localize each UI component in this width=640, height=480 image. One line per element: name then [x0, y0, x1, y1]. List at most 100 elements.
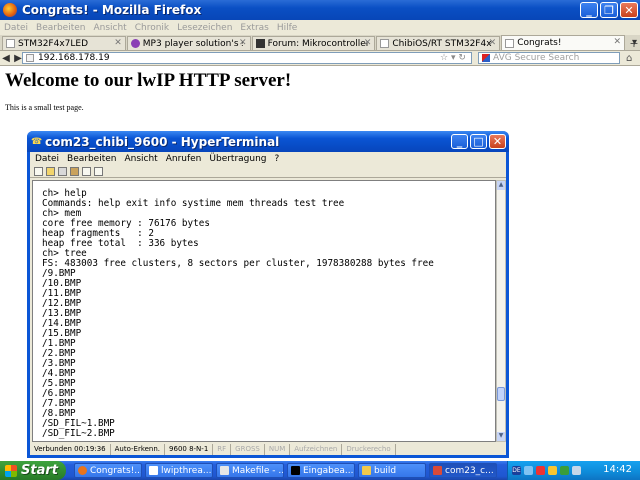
taskbar-button-label: com23_c... — [445, 465, 494, 476]
firefox-icon — [78, 466, 87, 475]
search-input[interactable]: AVG Secure Search — [478, 52, 620, 64]
url-text: 192.168.178.19 — [38, 53, 110, 63]
ht-menu-anrufen[interactable]: Anrufen — [166, 154, 202, 164]
taskbar: Start Congrats!... lwipthrea... Makefile… — [0, 461, 640, 480]
terminal-line: /14.BMP — [42, 318, 82, 329]
terminal-scrollbar[interactable]: ▲ ▼ — [496, 180, 506, 442]
site-identity-icon — [26, 54, 34, 62]
tab-close-icon[interactable]: ✕ — [364, 38, 372, 48]
taskbar-button-firefox[interactable]: Congrats!... — [74, 463, 142, 478]
taskbar-button-label: Makefile - ... — [232, 465, 284, 476]
ht-menu-bearbeiten[interactable]: Bearbeiten — [67, 154, 116, 164]
window-controls: _ ❐ ✕ — [580, 2, 638, 18]
minimize-button[interactable]: _ — [580, 2, 598, 18]
tab-close-icon[interactable]: ✕ — [114, 38, 122, 48]
terminal-line: FS: 483003 free clusters, 8 sectors per … — [42, 258, 434, 269]
status-caps: GROSS — [231, 443, 265, 455]
clock: 14:42 — [603, 464, 632, 475]
new-file-icon[interactable] — [34, 166, 43, 176]
terminal-line: /11.BMP — [42, 288, 82, 299]
ht-menu-help[interactable]: ? — [275, 154, 280, 164]
firefox-logo-icon — [3, 3, 17, 17]
home-icon[interactable]: ⌂ — [626, 53, 632, 64]
tab-stm32[interactable]: STM32F4x7LED ✕ — [2, 36, 126, 50]
tab-close-icon[interactable]: ✕ — [613, 37, 621, 47]
system-tray: DE 14:42 — [507, 461, 640, 480]
site-icon — [130, 39, 140, 48]
tab-close-icon[interactable]: ✕ — [239, 38, 247, 48]
scroll-up-icon[interactable]: ▲ — [497, 181, 505, 190]
tab-forum[interactable]: Forum: Mikrocontroller ... ✕ — [251, 36, 376, 50]
menu-hilfe[interactable]: Hilfe — [277, 23, 297, 33]
bookmark-star-icon[interactable]: ☆ — [440, 53, 448, 63]
menu-ansicht[interactable]: Ansicht — [93, 23, 126, 33]
firefox-menubar: Datei Bearbeiten Ansicht Chronik Lesezei… — [0, 20, 640, 35]
hyperterminal-statusbar: Verbunden 00:19:36 Auto-Erkenn. 9600 8-N… — [30, 443, 506, 455]
tab-congrats[interactable]: Congrats! ✕ — [501, 35, 625, 50]
send-icon[interactable] — [82, 166, 91, 176]
volume-icon[interactable] — [572, 466, 581, 475]
security-icon[interactable] — [536, 466, 545, 475]
hyperterminal-titlebar: ☎ com23_chibi_9600 - HyperTerminal _ □ ✕ — [27, 131, 509, 152]
ht-menu-ansicht[interactable]: Ansicht — [124, 154, 157, 164]
close-button[interactable]: ✕ — [620, 2, 638, 18]
terminal-line: heap free total : 336 bytes — [42, 238, 199, 249]
tab-label: STM32F4x7LED — [18, 38, 89, 49]
restore-button[interactable]: ❐ — [600, 2, 618, 18]
antivirus-icon[interactable] — [560, 466, 569, 475]
ht-menu-datei[interactable]: Datei — [35, 154, 59, 164]
terminal-line: /13.BMP — [42, 308, 82, 319]
reload-icon[interactable]: ↻ — [458, 53, 466, 63]
back-arrow-icon[interactable]: ◀ — [0, 53, 12, 64]
menu-extras[interactable]: Extras — [240, 23, 268, 33]
firefox-titlebar: Congrats! - Mozilla Firefox _ ❐ ✕ — [0, 0, 640, 20]
taskbar-button-lwipthreads[interactable]: lwipthrea... — [145, 463, 213, 478]
status-capture: Aufzeichnen — [290, 443, 343, 455]
start-button[interactable]: Start — [0, 461, 66, 480]
connect-icon[interactable] — [58, 166, 67, 176]
terminal-output[interactable]: ch> help Commands: help exit info systime… — [32, 180, 496, 442]
url-bar[interactable]: 192.168.178.19 — [22, 52, 472, 64]
scroll-down-icon[interactable]: ▼ — [497, 432, 505, 441]
hyperterminal-maximize-button[interactable]: □ — [470, 134, 487, 149]
status-print-echo: Druckerecho — [342, 443, 396, 455]
taskbar-button-build[interactable]: build — [358, 463, 426, 478]
terminal-line: /7.BMP — [42, 398, 76, 409]
tab-list-icon[interactable]: ▾ — [632, 37, 637, 48]
menu-datei[interactable]: Datei — [4, 23, 28, 33]
page-heading: Welcome to our lwIP HTTP server! — [5, 70, 292, 91]
document-icon — [149, 466, 158, 475]
search-placeholder: AVG Secure Search — [493, 53, 580, 63]
open-folder-icon[interactable] — [46, 166, 55, 176]
status-connected: Verbunden 00:19:36 — [30, 443, 111, 455]
hyperterminal-minimize-button[interactable]: _ — [451, 134, 468, 149]
tab-close-icon[interactable]: ✕ — [489, 38, 497, 48]
tab-chibios[interactable]: ChibiOS/RT STM32F4x... ✕ — [376, 36, 501, 50]
network-icon[interactable] — [524, 466, 533, 475]
terminal-line: /3.BMP — [42, 358, 76, 369]
language-icon[interactable]: DE — [512, 466, 521, 475]
taskbar-button-eingabeaufforderung[interactable]: Eingabea... — [287, 463, 355, 478]
ht-menu-uebertragung[interactable]: Übertragung — [209, 154, 266, 164]
dropdown-icon[interactable]: ▾ — [451, 53, 456, 63]
menu-bearbeiten[interactable]: Bearbeiten — [36, 23, 85, 33]
tab-mp3[interactable]: MP3 player solution's s... ✕ — [126, 36, 251, 50]
menu-lesezeichen[interactable]: Lesezeichen — [177, 23, 232, 33]
url-actions: ☆ ▾ ↻ — [440, 53, 466, 63]
tab-label: ChibiOS/RT STM32F4x... — [392, 38, 493, 49]
terminal-line: /9.BMP — [42, 268, 76, 279]
tab-strip: STM32F4x7LED ✕ MP3 player solution's s..… — [0, 35, 640, 51]
hyperterminal-window-controls: _ □ ✕ — [451, 134, 506, 149]
taskbar-button-hyperterminal[interactable]: com23_c... — [429, 463, 497, 478]
menu-chronik[interactable]: Chronik — [135, 23, 169, 33]
disconnect-icon[interactable] — [70, 166, 79, 176]
hyperterminal-close-button[interactable]: ✕ — [489, 134, 506, 149]
taskbar-button-makefile[interactable]: Makefile - ... — [216, 463, 284, 478]
start-label: Start — [21, 463, 58, 478]
forum-icon — [255, 39, 265, 48]
avg-icon — [482, 54, 490, 62]
update-icon[interactable] — [548, 466, 557, 475]
windows-logo-icon — [5, 464, 17, 477]
properties-icon[interactable] — [94, 166, 103, 176]
scrollbar-thumb[interactable] — [497, 387, 505, 401]
